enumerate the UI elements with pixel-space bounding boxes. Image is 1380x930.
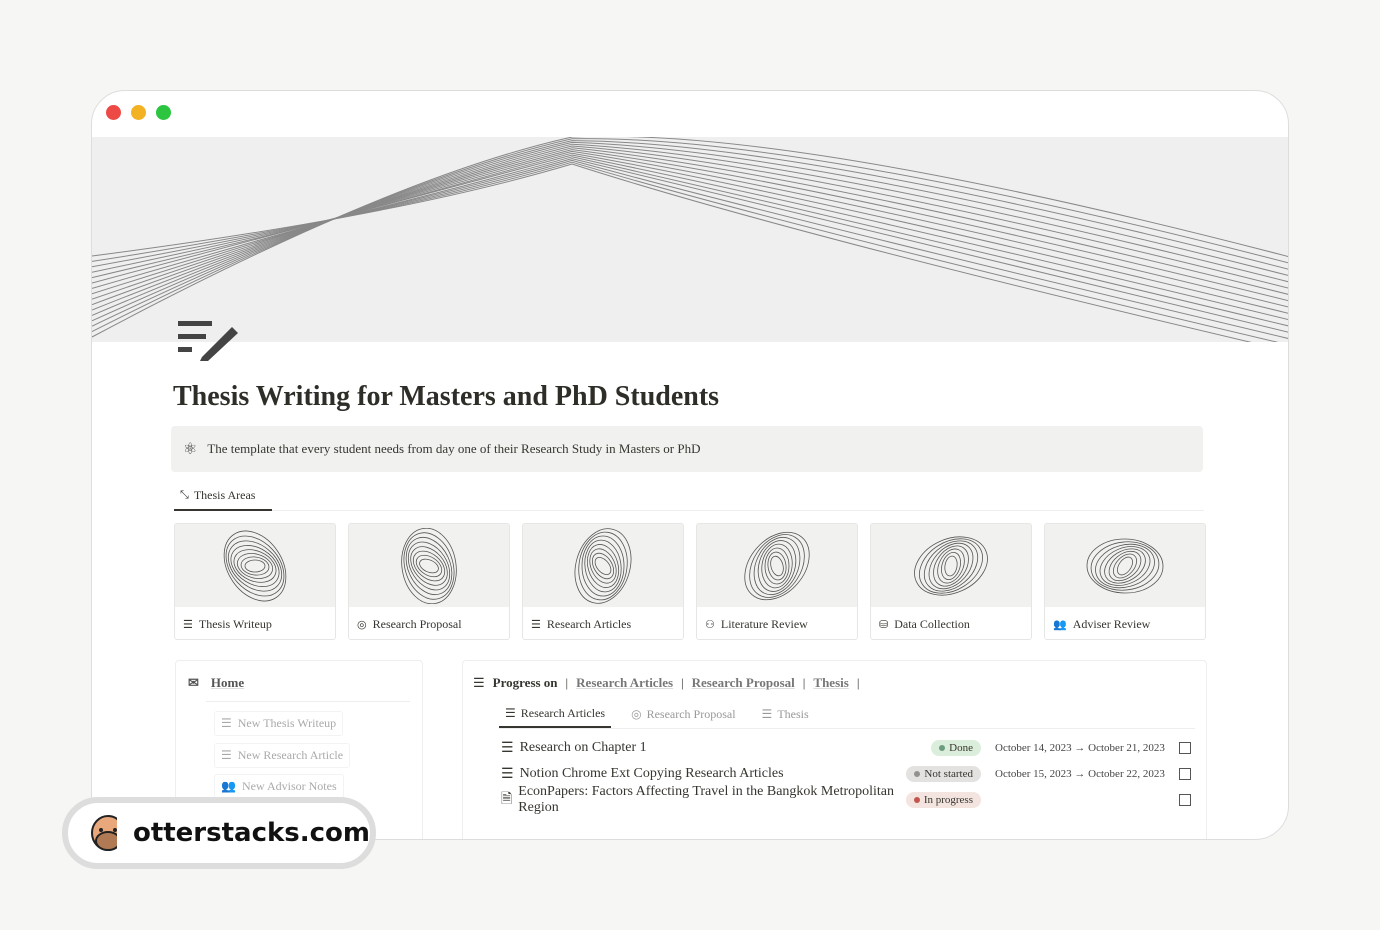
checkbox[interactable] bbox=[1179, 768, 1191, 780]
page-icon: 🗎 bbox=[501, 792, 513, 807]
status-label: Done bbox=[949, 742, 973, 754]
list-icon: ☰ bbox=[505, 706, 516, 720]
card-label: Research Articles bbox=[546, 616, 632, 631]
card-label: Literature Review bbox=[720, 616, 808, 631]
button-label: New Thesis Writeup bbox=[237, 716, 337, 730]
target-icon: ◎ bbox=[357, 618, 367, 631]
database-icon: ⛁ bbox=[879, 618, 889, 631]
page-title: Thesis Writing for Masters and PhD Stude… bbox=[173, 381, 720, 412]
progress-heading: Progress on bbox=[492, 675, 558, 690]
table-row[interactable]: 🗎 EconPapers: Factors Affecting Travel in… bbox=[501, 784, 1191, 815]
card-label: Adviser Review bbox=[1072, 616, 1151, 631]
brand-badge[interactable]: otterstacks.com bbox=[62, 797, 376, 869]
date-range: October 15, 2023 → October 22, 2023 bbox=[995, 768, 1165, 780]
gallery-card[interactable]: ◎ Research Proposal bbox=[348, 523, 510, 640]
list-icon: ☰ bbox=[531, 618, 541, 631]
gallery-card[interactable]: ⚇ Literature Review bbox=[696, 523, 858, 640]
writeup-icon: ☰ bbox=[473, 675, 485, 690]
row-name[interactable]: EconPapers: Factors Affecting Travel in … bbox=[518, 784, 906, 816]
minimize-button[interactable] bbox=[131, 105, 146, 120]
checkbox[interactable] bbox=[1179, 794, 1191, 806]
row-name[interactable]: Notion Chrome Ext Copying Research Artic… bbox=[520, 766, 907, 782]
new-advisor-notes-button[interactable]: 👥 New Advisor Notes bbox=[214, 774, 344, 799]
card-label: Research Proposal bbox=[372, 616, 462, 631]
gallery-card[interactable]: 👥 Adviser Review bbox=[1044, 523, 1206, 640]
table-row[interactable]: ☰ Research on Chapter 1 Done October 14, 20… bbox=[501, 737, 1191, 759]
thesis-writeup-icon bbox=[174, 317, 240, 366]
button-label: New Advisor Notes bbox=[241, 779, 337, 793]
writeup-icon: ☰ bbox=[183, 618, 193, 631]
tab-label: Thesis Areas bbox=[193, 487, 256, 502]
card-label: Data Collection bbox=[894, 616, 970, 631]
gallery-card[interactable]: ☰ Research Articles bbox=[522, 523, 684, 640]
table-row[interactable]: ☰ Notion Chrome Ext Copying Research Arti… bbox=[501, 763, 1191, 785]
collapse-icon: ⤡ bbox=[180, 488, 189, 501]
card-image bbox=[1045, 524, 1205, 607]
close-button[interactable] bbox=[106, 105, 121, 120]
card-image bbox=[697, 524, 857, 607]
progress-panel: ☰ Progress on | Research Articles | Resear… bbox=[462, 660, 1207, 839]
new-research-article-button[interactable]: ☰ New Research Article bbox=[214, 743, 351, 768]
tab-research-proposal[interactable]: ◎ Research Proposal bbox=[625, 701, 741, 728]
new-thesis-writeup-button[interactable]: ☰ New Thesis Writeup bbox=[214, 711, 344, 736]
callout-text: The template that every student needs fr… bbox=[207, 441, 701, 456]
status-label: In progress bbox=[923, 794, 973, 806]
link-research-articles[interactable]: Research Articles bbox=[576, 675, 673, 691]
tab-research-articles[interactable]: ☰ Research Articles bbox=[499, 701, 612, 728]
date-range: October 14, 2023 → October 21, 2023 bbox=[995, 742, 1165, 754]
card-image bbox=[871, 524, 1031, 607]
tab-thesis[interactable]: ☰ Thesis bbox=[756, 701, 815, 728]
card-image bbox=[349, 524, 509, 607]
people-icon: 👥 bbox=[1053, 618, 1067, 631]
tab-label: Research Articles bbox=[520, 706, 606, 720]
mail-icon: ✉ bbox=[188, 675, 199, 690]
home-title: Home bbox=[210, 675, 245, 690]
status-badge: In progress bbox=[905, 792, 981, 808]
status-label: Not started bbox=[924, 768, 973, 780]
target-icon: ◎ bbox=[631, 707, 642, 721]
checkbox[interactable] bbox=[1179, 742, 1191, 754]
list-icon: ☰ bbox=[501, 766, 514, 782]
gallery-card[interactable]: ⛁ Data Collection bbox=[870, 523, 1032, 640]
maximize-button[interactable] bbox=[156, 105, 171, 120]
brand-text: otterstacks.com bbox=[132, 818, 370, 848]
card-label: Thesis Writeup bbox=[198, 616, 272, 631]
button-label: New Research Article bbox=[237, 748, 344, 762]
list-icon: ☰ bbox=[221, 748, 232, 762]
list-icon: ☰ bbox=[501, 740, 514, 756]
people-icon: 👥 bbox=[221, 779, 236, 793]
gallery-card[interactable]: ☰ Thesis Writeup bbox=[174, 523, 336, 640]
tab-thesis-areas[interactable]: ⤡ Thesis Areas bbox=[174, 481, 272, 511]
tab-label: Thesis bbox=[777, 707, 809, 721]
writeup-icon: ☰ bbox=[221, 716, 232, 730]
row-name[interactable]: Research on Chapter 1 bbox=[520, 740, 932, 756]
status-badge: Not started bbox=[906, 766, 981, 782]
callout: ⚛ The template that every student needs … bbox=[171, 426, 1203, 472]
browser-window: Thesis Writing for Masters and PhD Stude… bbox=[91, 90, 1289, 840]
otter-logo bbox=[91, 815, 117, 851]
hierarchy-icon: ⚇ bbox=[705, 618, 715, 631]
list-icon: ☰ bbox=[761, 707, 773, 721]
tab-label: Research Proposal bbox=[646, 707, 736, 721]
card-image bbox=[175, 524, 335, 607]
status-badge: Done bbox=[931, 740, 981, 756]
link-research-proposal[interactable]: Research Proposal bbox=[692, 675, 795, 691]
link-thesis[interactable]: Thesis bbox=[813, 675, 848, 691]
cover-image bbox=[92, 137, 1288, 342]
atom-icon: ⚛ bbox=[183, 441, 198, 458]
card-image bbox=[523, 524, 683, 607]
